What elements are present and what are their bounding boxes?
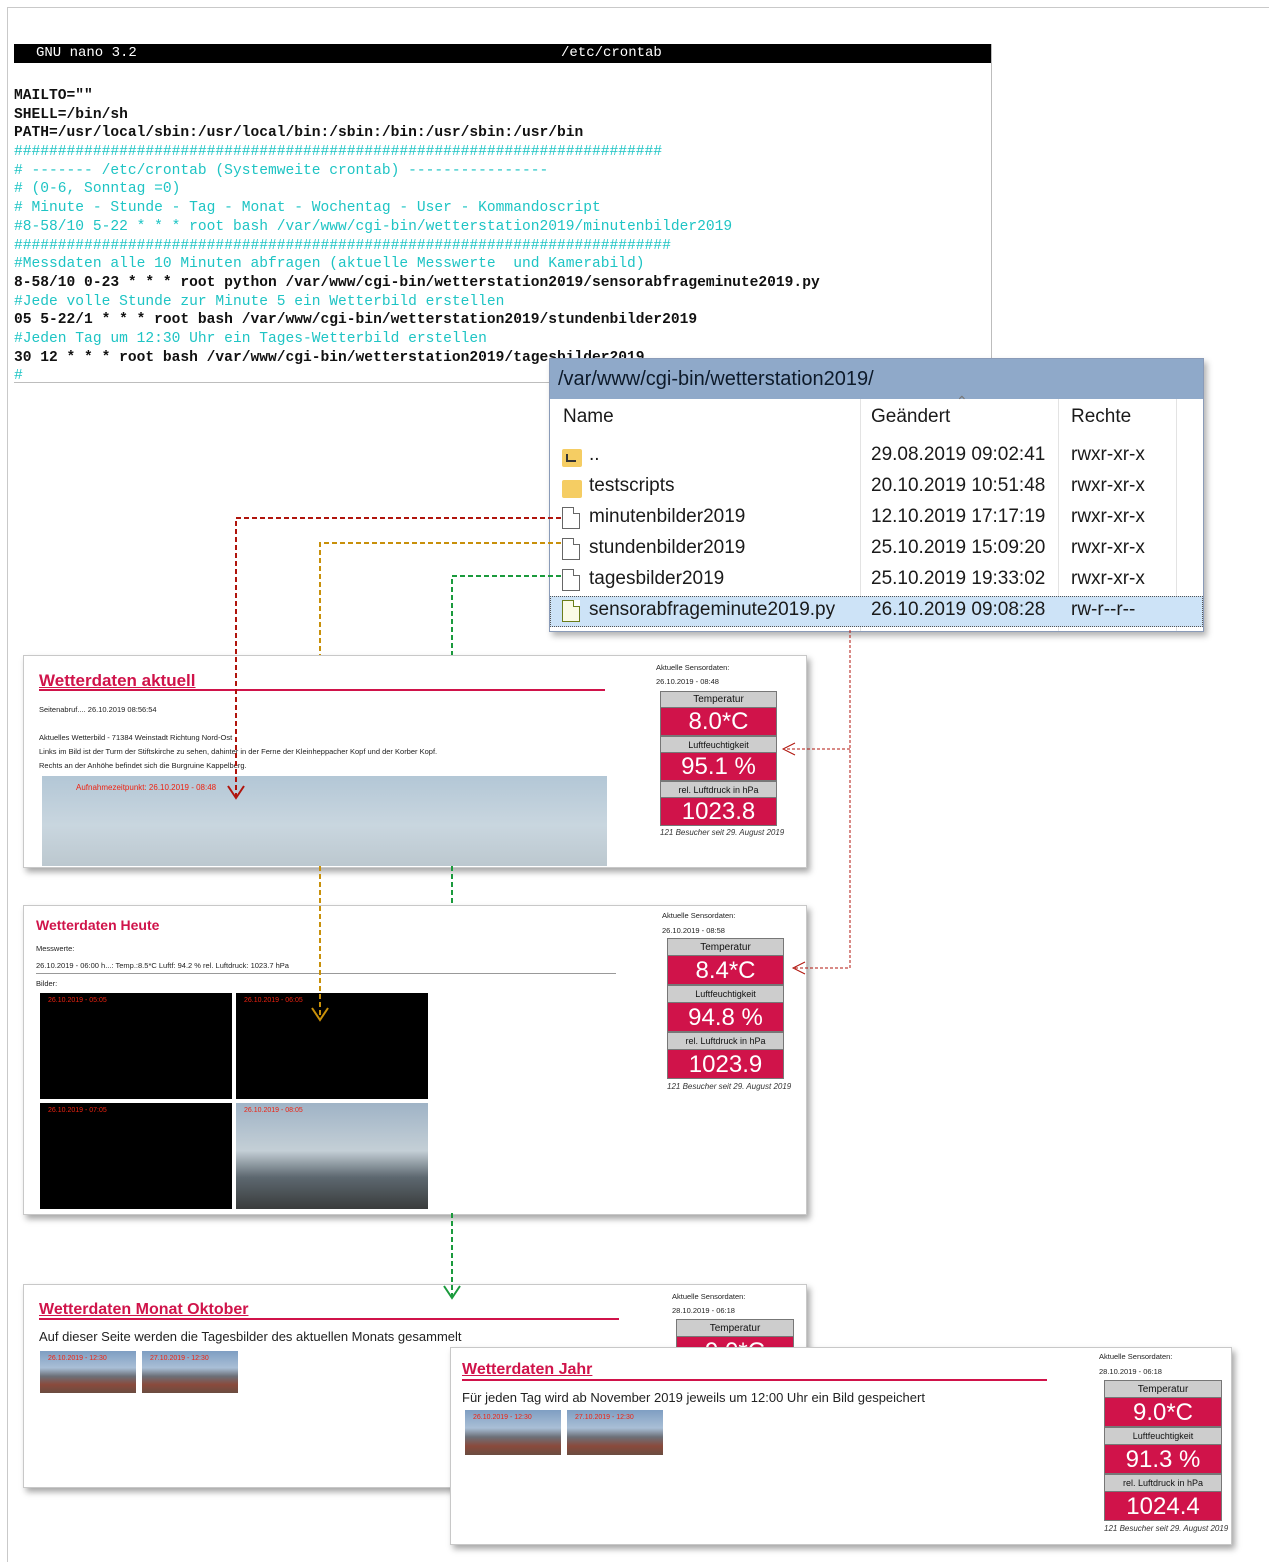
arrow-sensorabfrage [785, 630, 851, 969]
arrow-tagesbilder [451, 575, 561, 1296]
arrow-stundenbilder [319, 542, 561, 1018]
connector-arrows [227, 517, 851, 1300]
arrowhead-sensor-heute [791, 961, 806, 975]
arrow-minutenbilder [235, 517, 561, 796]
